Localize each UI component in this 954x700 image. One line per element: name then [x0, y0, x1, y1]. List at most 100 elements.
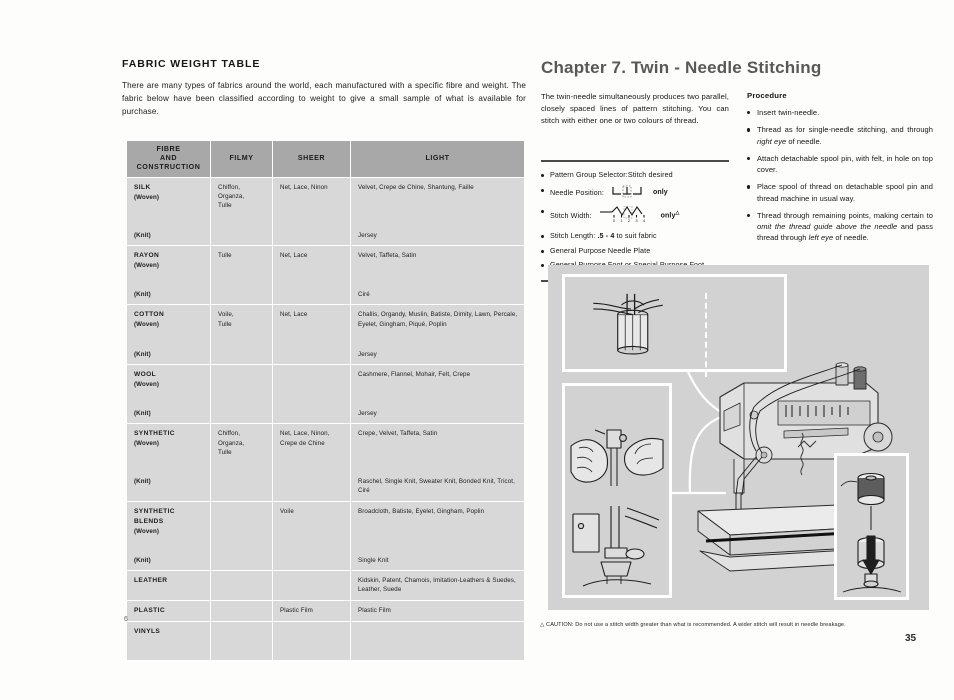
table-row: (Knit) Jersey: [126, 215, 525, 246]
setting-item: Needle Position: only: [541, 185, 729, 201]
procedure-item: Insert twin-needle.: [747, 107, 933, 118]
cell-line: Tulle: [218, 251, 232, 259]
cell-line: Voile,: [218, 311, 234, 319]
table-row: RAYON (Woven) Tulle Net, Lace Velvet, Taffet…: [126, 244, 525, 276]
cell-light: Raschel, Single Knit, Sweater Knit, Bond…: [350, 462, 525, 502]
svg-text:4: 4: [642, 218, 645, 223]
fibre-name: PLASTIC: [134, 606, 166, 614]
cell-sheer: [272, 620, 351, 661]
column-header-light: LIGHT: [350, 140, 525, 178]
cell-sheer: [272, 215, 351, 246]
cell-filmy: [210, 275, 273, 306]
fibre-name: COTTON: [134, 311, 165, 319]
cell-fibre: SYNTHETIC (Woven): [126, 423, 211, 463]
cell-sheer: Net, Lace, Ninon: [272, 176, 351, 216]
cell-line: Raschel, Single Knit, Sweater Knit, Bond…: [358, 478, 515, 495]
cell-light: Jersey: [350, 394, 525, 425]
fibre-construction: (Knit): [134, 350, 151, 358]
setting-value: .5 - 4 to suit fabric: [595, 230, 657, 240]
cell-light: Plastic Film: [350, 599, 525, 622]
cell-fibre: LEATHER: [126, 570, 211, 601]
procedure-heading: Procedure: [747, 91, 787, 100]
cell-light: Jersey: [350, 215, 525, 246]
setting-value: Stitch desired: [627, 170, 673, 180]
cell-fibre: VINYLS: [126, 620, 211, 661]
table-row: (Knit) Jersey: [126, 394, 525, 425]
table-row: PLASTIC Plastic Film Plastic Film: [126, 599, 525, 622]
cell-filmy: [210, 215, 273, 246]
cell-line: Velvet, Taffeta, Satin: [358, 251, 417, 259]
cell-light: Challis, Organdy, Muslin, Batiste, Dimit…: [350, 304, 525, 335]
cell-filmy: [210, 540, 273, 572]
cell-fibre-knit: (Knit): [126, 215, 211, 246]
cell-line: Net, Lace, Ninon: [280, 183, 328, 191]
setting-label: Stitch Width:: [550, 211, 592, 220]
fibre-construction: (Knit): [134, 556, 151, 564]
cell-line: Ciré: [358, 291, 370, 299]
hands-threading-illustration: [570, 429, 664, 587]
fibre-construction: (Knit): [134, 478, 151, 486]
page-number-left: 6: [124, 616, 128, 623]
cell-fibre: SILK (Woven): [126, 176, 211, 216]
table-row: (Knit) Ciré: [126, 275, 525, 306]
table-row: (Knit) Raschel, Single Knit, Sweater Knit…: [126, 462, 525, 502]
fibre-construction: (Woven): [134, 261, 159, 269]
chapter-intro: The twin-needle simultaneously produces …: [541, 92, 729, 125]
illustration-panel: [548, 265, 929, 610]
procedure-item: Place spool of thread on detachable spoo…: [747, 181, 933, 204]
inset-divider-dashed: [705, 293, 707, 377]
column-header-fibre: FIBRE AND CONSTRUCTION: [126, 140, 211, 178]
cell-filmy: [210, 570, 273, 601]
settings-column: The twin-needle simultaneously produces …: [541, 91, 729, 283]
cell-sheer: [272, 540, 351, 572]
setting-suffix: only△: [660, 210, 680, 220]
table-row: WOOL (Woven) Cashmere, Flannel, Mohair, Fe…: [126, 363, 525, 394]
cell-fibre-knit: (Knit): [126, 394, 211, 425]
column-header-sheer: SHEER: [272, 140, 351, 178]
cell-filmy: [210, 363, 273, 394]
cell-sheer: Plastic Film: [272, 599, 351, 622]
cell-fibre-knit: (Knit): [126, 275, 211, 306]
divider-top: [541, 159, 729, 163]
machine-settings-list: Pattern Group Selector: Stitch desired Ne…: [541, 170, 729, 271]
cell-line: Voile: [280, 507, 294, 515]
cell-sheer: [272, 462, 351, 502]
setting-label: General Purpose Needle Plate: [550, 245, 651, 255]
table-row: VINYLS: [126, 620, 525, 661]
cell-fibre-knit: (Knit): [126, 462, 211, 502]
cell-line: Chiffon,: [218, 430, 241, 438]
cell-line: Jersey: [358, 231, 377, 239]
cell-sheer: [272, 334, 351, 365]
cell-line: Single Knit: [358, 556, 389, 564]
cell-filmy: [210, 394, 273, 425]
fibre-name: VINYLS: [134, 627, 161, 635]
cell-filmy: [210, 620, 273, 661]
cell-light: Crepe, Velvet, Taffeta, Satin: [350, 423, 525, 463]
fibre-construction: (Knit): [134, 231, 151, 239]
setting-label: Pattern Group Selector:: [550, 170, 628, 180]
table-row: (Knit) Jersey: [126, 334, 525, 365]
cell-light: Ciré: [350, 275, 525, 306]
procedure-item: Thread through remaining points, making …: [747, 210, 933, 244]
cell-line: Kidskin, Patent, Chamois, Imitation-Leat…: [358, 577, 516, 594]
cell-line: Jersey: [358, 410, 377, 417]
procedure-list: Insert twin-needle. Thread as for single-…: [747, 107, 933, 244]
header-line: AND: [159, 154, 178, 163]
cell-line: Organza,: [218, 439, 245, 447]
cell-fibre: SYNTHETIC BLENDS (Woven): [126, 500, 211, 541]
fibre-construction: (Woven): [134, 321, 159, 329]
cell-filmy: Chiffon, Organza, Tulle: [210, 423, 273, 463]
cell-light: Velvet, Taffeta, Satin: [350, 244, 525, 276]
cell-light: Broadcloth, Batiste, Eyelet, Gingham, Po…: [350, 500, 525, 541]
cell-light: [350, 620, 525, 661]
cell-line: Plastic Film: [280, 606, 313, 614]
caution-note: △ CAUTION: Do not use a stitch width gre…: [540, 622, 846, 628]
fibre-construction: (Woven): [134, 380, 159, 388]
fabric-weight-table: FIBRE AND CONSTRUCTION FILMY SHEER LIGHT…: [126, 140, 525, 661]
cell-filmy: [210, 462, 273, 502]
cell-sheer: [272, 363, 351, 394]
cell-line: Challis, Organdy, Muslin, Batiste, Dimit…: [358, 311, 518, 328]
svg-text:3: 3: [635, 218, 638, 223]
intro-paragraph: There are many types of fabrics around t…: [122, 81, 526, 117]
cell-light: Kidskin, Patent, Chamois, Imitation-Leat…: [350, 570, 525, 601]
